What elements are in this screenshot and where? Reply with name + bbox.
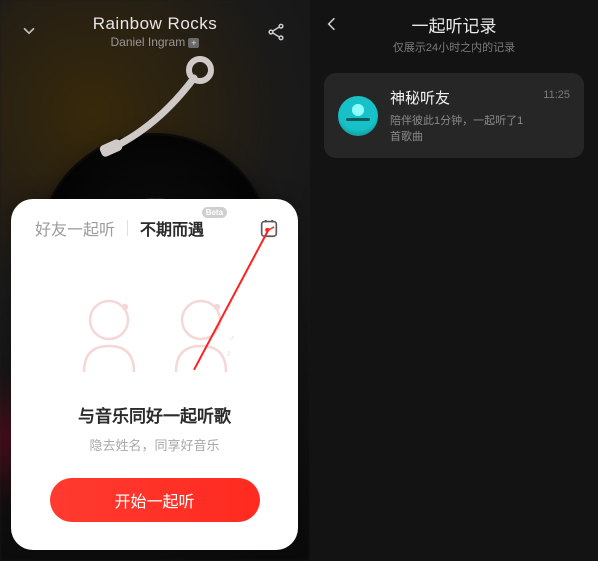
back-icon[interactable] (324, 16, 340, 37)
svg-text:♪: ♪ (226, 348, 231, 359)
history-title: 一起听记录 (310, 12, 598, 37)
start-listen-button[interactable]: 开始一起听 (50, 478, 260, 522)
artist-row[interactable]: Daniel Ingram+ (44, 35, 266, 49)
beta-badge: Beta (202, 207, 227, 218)
chevron-down-icon[interactable] (20, 22, 44, 46)
share-icon[interactable] (266, 22, 290, 47)
record-time: 11:25 (543, 89, 570, 101)
plus-icon: + (188, 38, 199, 48)
avatar (338, 96, 378, 136)
record-name: 神秘听友 (390, 87, 531, 108)
record-text: 神秘听友 陪伴彼此1分钟，一起听了1首歌曲 (390, 87, 531, 144)
history-icon[interactable] (258, 217, 280, 239)
sheet-tabs: 好友一起听 不期而遇 Beta (11, 199, 298, 240)
tab-random[interactable]: 不期而遇 Beta (140, 216, 204, 240)
song-title: Rainbow Rocks (44, 14, 266, 34)
listen-together-sheet: 好友一起听 不期而遇 Beta (11, 199, 298, 550)
tonearm-icon (88, 56, 218, 171)
promo-title: 与音乐同好一起听歌 (11, 402, 298, 427)
song-info: Rainbow Rocks Daniel Ingram+ (44, 14, 266, 49)
promo-subtitle: 隐去姓名，同享好音乐 (11, 435, 298, 454)
player-header: Rainbow Rocks Daniel Ingram+ (0, 0, 310, 49)
tab-separator (127, 220, 128, 236)
player-screen: Rainbow Rocks Daniel Ingram+ 好友一起听 不期而遇 … (0, 0, 310, 561)
history-record[interactable]: 神秘听友 陪伴彼此1分钟，一起听了1首歌曲 11:25 (324, 73, 584, 158)
figures: ♪ ♪ (11, 296, 298, 374)
artist-name: Daniel Ingram (111, 35, 186, 49)
person-icon (74, 296, 144, 374)
record-detail: 陪伴彼此1分钟，一起听了1首歌曲 (390, 112, 531, 144)
tab-friends[interactable]: 好友一起听 (35, 216, 115, 240)
history-subtitle: 仅展示24小时之内的记录 (310, 39, 598, 55)
tab-random-label: 不期而遇 (140, 222, 204, 239)
svg-text:♪: ♪ (230, 333, 234, 342)
person-icon: ♪ ♪ (166, 296, 236, 374)
history-screen: 一起听记录 仅展示24小时之内的记录 神秘听友 陪伴彼此1分钟，一起听了1首歌曲… (310, 0, 598, 561)
history-header: 一起听记录 仅展示24小时之内的记录 (310, 0, 598, 55)
